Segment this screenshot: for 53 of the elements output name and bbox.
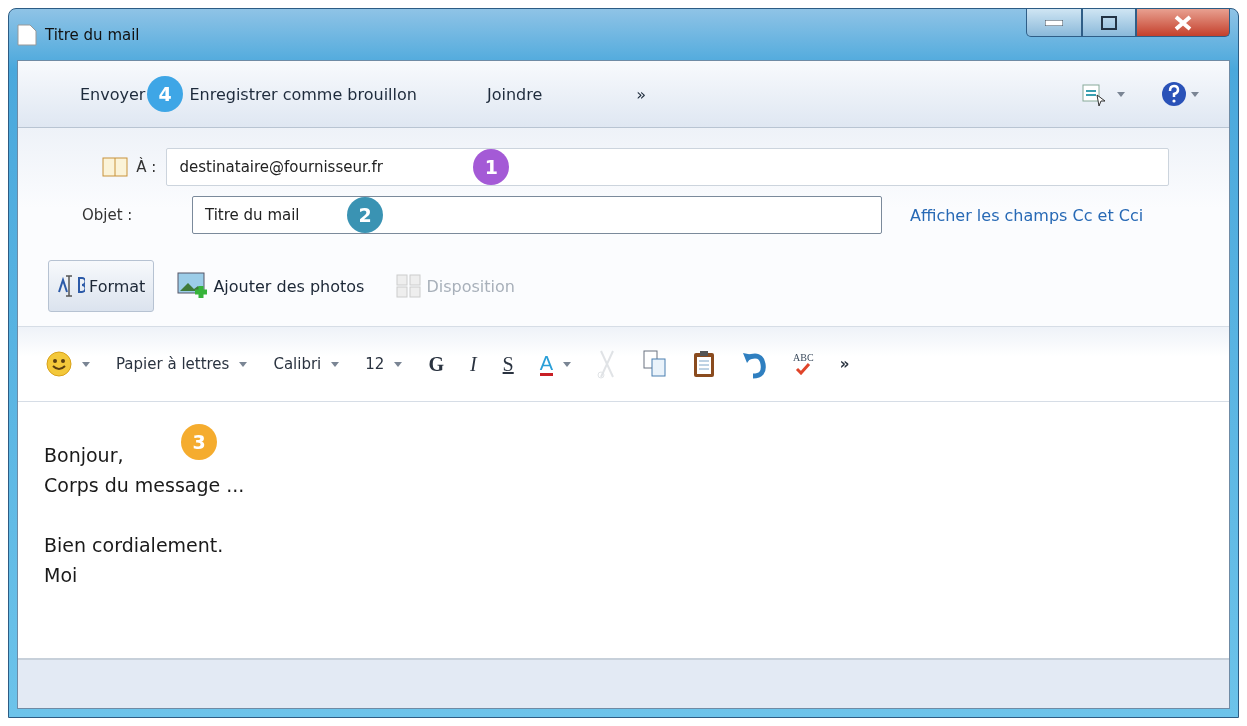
- caret-icon: [394, 361, 403, 367]
- dropdown-button[interactable]: Calibri: [273, 355, 340, 373]
- message-line: Bien cordialement.: [44, 533, 224, 558]
- layout-icon: [396, 274, 423, 298]
- layout-icon: [1081, 81, 1107, 107]
- caret-icon: [239, 361, 248, 367]
- minimize-button[interactable]: [1026, 9, 1082, 37]
- toolbar-button[interactable]: Enregistrer comme brouillon: [189, 80, 417, 108]
- dropdown-button[interactable]: 12: [365, 355, 403, 373]
- emoticon-button[interactable]: [46, 351, 90, 377]
- toolbar-button[interactable]: Joindre: [486, 80, 543, 108]
- message-line: Bonjour,: [44, 443, 124, 468]
- clipboard-icon: [693, 350, 716, 378]
- message-line: Moi: [44, 563, 78, 588]
- caret-icon: [1117, 91, 1125, 97]
- close-icon: [1174, 14, 1192, 31]
- caret-icon: [1191, 91, 1199, 97]
- caret-icon: [563, 361, 572, 367]
- field-label: Objet :: [82, 206, 133, 224]
- callout-marker: 3: [181, 424, 217, 460]
- copy-icon: [643, 350, 668, 378]
- checkmark-icon: [795, 363, 812, 375]
- recipient-field[interactable]: destinataire@fournisseur.fr 1: [166, 148, 1169, 186]
- add-photo-icon: [177, 272, 210, 300]
- callout-marker: 2: [347, 197, 383, 233]
- action-button[interactable]: Ajouter des photos: [168, 260, 374, 312]
- help-icon[interactable]: [1161, 81, 1187, 107]
- underline-button[interactable]: S: [502, 352, 514, 376]
- bold-button[interactable]: G: [428, 352, 444, 376]
- close-button[interactable]: [1136, 9, 1230, 37]
- toolbar-button[interactable]: »: [636, 80, 647, 108]
- window-title: Titre du mail: [45, 25, 140, 44]
- caret-icon: [331, 361, 340, 367]
- maximize-icon: [1101, 15, 1117, 30]
- subject-field[interactable]: Titre du mail 2: [192, 196, 882, 234]
- minimize-icon: [1045, 19, 1063, 26]
- paste-button[interactable]: [693, 350, 716, 378]
- cc-link[interactable]: Afficher les champs Cc et Cci: [910, 205, 1144, 225]
- callout-marker: 4: [147, 76, 183, 112]
- dropdown-button[interactable]: Papier à lettres: [116, 355, 248, 373]
- italic-button[interactable]: I: [469, 352, 477, 376]
- callout-marker: 1: [473, 149, 510, 185]
- more-button[interactable]: »: [839, 355, 850, 373]
- format-icon: [57, 274, 85, 298]
- smiley-icon: [46, 351, 72, 377]
- caret-icon: [82, 361, 90, 367]
- message-line: Corps du message ...: [44, 473, 245, 498]
- maximize-button[interactable]: [1082, 9, 1136, 37]
- action-button[interactable]: Format: [48, 260, 155, 312]
- spellcheck-button[interactable]: ABC: [793, 353, 814, 375]
- document-icon: [17, 23, 37, 46]
- field-label: À :: [136, 158, 157, 176]
- toolbar-button[interactable]: Envoyer: [80, 80, 146, 108]
